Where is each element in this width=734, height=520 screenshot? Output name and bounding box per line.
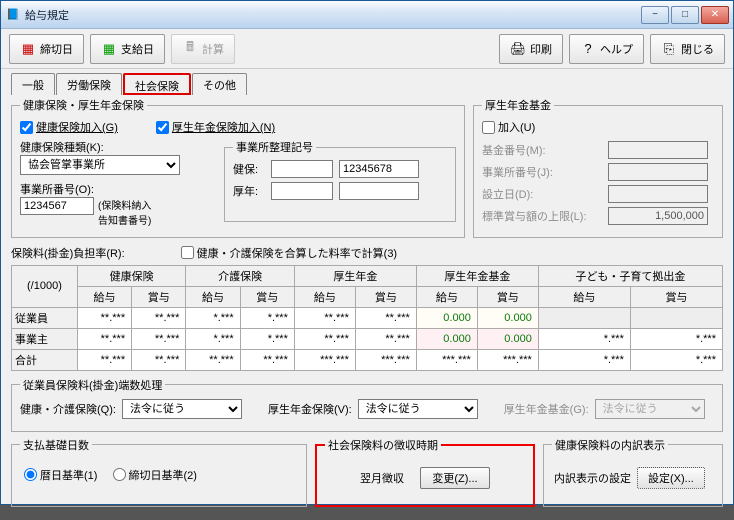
table-row: 従業員 **.*****.*** *.****.*** **.*****.***…	[12, 307, 723, 328]
kounen-label: 厚年:	[233, 183, 265, 199]
collect-title: 社会保険料の徴収時期	[325, 437, 441, 453]
round-pension-label: 厚生年金保険(V):	[268, 401, 352, 417]
round-health-select[interactable]: 法令に従う	[122, 399, 242, 419]
cutoff-basis-radio[interactable]: 締切日基準(2)	[113, 467, 197, 483]
collection-timing-group: 社会保険料の徴収時期 翌月徴収 変更(Z)...	[315, 437, 535, 507]
minimize-button[interactable]: −	[641, 6, 669, 24]
fund-no-label: 基金番号(M):	[482, 142, 602, 158]
kenpo-input2[interactable]	[339, 160, 419, 178]
rounding-title: 従業員保険料(掛金)端数処理	[20, 377, 165, 393]
help-button[interactable]: ?ヘルプ	[569, 34, 644, 64]
detail-group: 健康保険料の内訳表示 内訳表示の設定 設定(X)...	[543, 437, 723, 507]
deadline-button[interactable]: ▦締切日	[9, 34, 84, 64]
maximize-button[interactable]: □	[671, 6, 699, 24]
app-window: 📘 給与規定 − □ ✕ ▦締切日 ▦支給日 🖩計算 🖨印刷 ?ヘルプ ⎘閉じる…	[0, 0, 734, 505]
round-fund-label: 厚生年金基金(G):	[504, 401, 589, 417]
kounen-input2[interactable]	[339, 182, 419, 200]
group-title: 健康保険・厚生年金保険	[20, 97, 147, 113]
print-icon: 🖨	[510, 41, 526, 57]
pension-join-checkbox[interactable]: 厚生年金保険加入(N)	[156, 119, 275, 135]
rounding-group: 従業員保険料(掛金)端数処理 健康・介護保険(Q): 法令に従う 厚生年金保険(…	[11, 377, 723, 432]
office-code-group: 事業所整理記号 健保: 厚年:	[224, 139, 456, 222]
settings-button[interactable]: 設定(X)...	[637, 467, 705, 489]
health-join-checkbox[interactable]: 健康保険加入(G)	[20, 119, 118, 135]
tab-social[interactable]: 社会保険	[123, 73, 191, 95]
print-button[interactable]: 🖨印刷	[499, 34, 563, 64]
toolbar: ▦締切日 ▦支給日 🖩計算 🖨印刷 ?ヘルプ ⎘閉じる	[1, 29, 733, 69]
calendar-icon: ▦	[101, 41, 117, 57]
tab-other[interactable]: その他	[192, 73, 247, 95]
fund-office-input	[608, 163, 708, 181]
round-health-label: 健康・介護保険(Q):	[20, 401, 116, 417]
kenpo-input1[interactable]	[271, 160, 333, 178]
kounen-input1[interactable]	[271, 182, 333, 200]
fund-no-input	[608, 141, 708, 159]
office-no-note: (保険料納入 告知書番号)	[98, 197, 151, 227]
health-pension-group: 健康保険・厚生年金保険 健康保険加入(G) 厚生年金保険加入(N) 健康保険種類…	[11, 97, 465, 238]
fund-join-checkbox[interactable]: 加入(U)	[482, 119, 535, 135]
days-group: 支払基礎日数 暦日基準(1) 締切日基準(2)	[11, 437, 307, 507]
combined-checkbox[interactable]: 健康・介護保険を合算した料率で計算(3)	[181, 245, 397, 261]
titlebar: 📘 給与規定 − □ ✕	[1, 1, 733, 29]
fund-title: 厚生年金基金	[482, 97, 554, 113]
calc-icon: 🖩	[182, 41, 198, 57]
detail-label: 内訳表示の設定	[554, 470, 631, 486]
window-close-button[interactable]: ✕	[701, 6, 729, 24]
collect-value: 翌月徴収	[360, 470, 404, 486]
fund-date-input	[608, 185, 708, 203]
calc-button: 🖩計算	[171, 34, 235, 64]
kenpo-label: 健保:	[233, 161, 265, 177]
rate-title: 保険料(掛金)負担率(R):	[11, 245, 125, 261]
table-row: 合計 **.*****.*** **.*****.*** ***.******.…	[12, 349, 723, 370]
calendar-icon: ▦	[20, 41, 36, 57]
tab-general[interactable]: 一般	[11, 73, 55, 95]
change-button[interactable]: 変更(Z)...	[420, 467, 490, 489]
kind-label: 健康保険種類(K):	[20, 139, 210, 155]
office-no-label: 事業所番号(O):	[20, 181, 210, 197]
table-row: 事業主 **.*****.*** *.****.*** **.*****.***…	[12, 328, 723, 349]
help-icon: ?	[580, 41, 596, 57]
rate-unit: (/1000)	[12, 265, 78, 307]
days-title: 支払基礎日数	[20, 437, 92, 453]
office-no-input[interactable]	[20, 197, 94, 215]
kind-select[interactable]: 協会管掌事業所	[20, 155, 180, 175]
window-title: 給与規定	[25, 7, 641, 23]
fund-office-label: 事業所番号(J):	[482, 164, 602, 180]
fund-date-label: 設立日(D):	[482, 186, 602, 202]
round-fund-select: 法令に従う	[595, 399, 705, 419]
close-button[interactable]: ⎘閉じる	[650, 34, 725, 64]
tab-labor[interactable]: 労働保険	[56, 73, 122, 95]
office-code-label: 事業所整理記号	[233, 139, 316, 155]
detail-title: 健康保険料の内訳表示	[552, 437, 668, 453]
round-pension-select[interactable]: 法令に従う	[358, 399, 478, 419]
fund-limit-input	[608, 207, 708, 225]
door-icon: ⎘	[661, 41, 677, 57]
rate-table: (/1000) 健康保険 介護保険 厚生年金 厚生年金基金 子ども・子育て拠出金…	[11, 265, 723, 371]
app-icon: 📘	[5, 7, 21, 23]
fund-group: 厚生年金基金 加入(U) 基金番号(M): 事業所番号(J): 設立日(D): …	[473, 97, 723, 238]
fund-limit-label: 標準賞与額の上限(L):	[482, 208, 602, 224]
tab-bar: 一般 労働保険 社会保険 その他	[11, 73, 723, 95]
payday-button[interactable]: ▦支給日	[90, 34, 165, 64]
calendar-basis-radio[interactable]: 暦日基準(1)	[24, 467, 97, 483]
